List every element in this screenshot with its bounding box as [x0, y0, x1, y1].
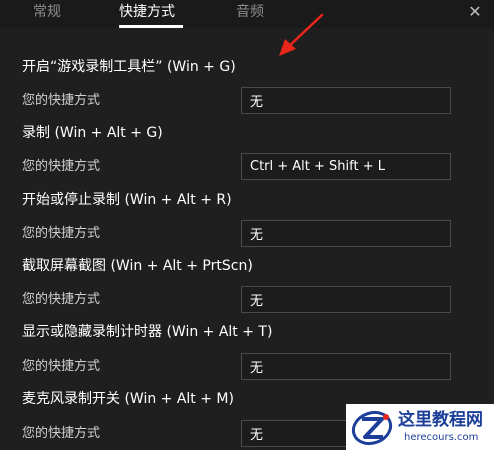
- watermark-site-url: herecours.com: [404, 432, 479, 443]
- watermark-logo-icon: [351, 410, 393, 446]
- watermark-site-name: 这里教程网: [398, 410, 483, 430]
- settings-window: 常规 快捷方式 音频 ✕ 开启“游戏录制工具栏” (Win + G) 您的快捷方…: [0, 0, 494, 450]
- annotation-arrow-icon: [279, 13, 324, 56]
- site-watermark: 这里教程网 herecours.com: [346, 404, 494, 450]
